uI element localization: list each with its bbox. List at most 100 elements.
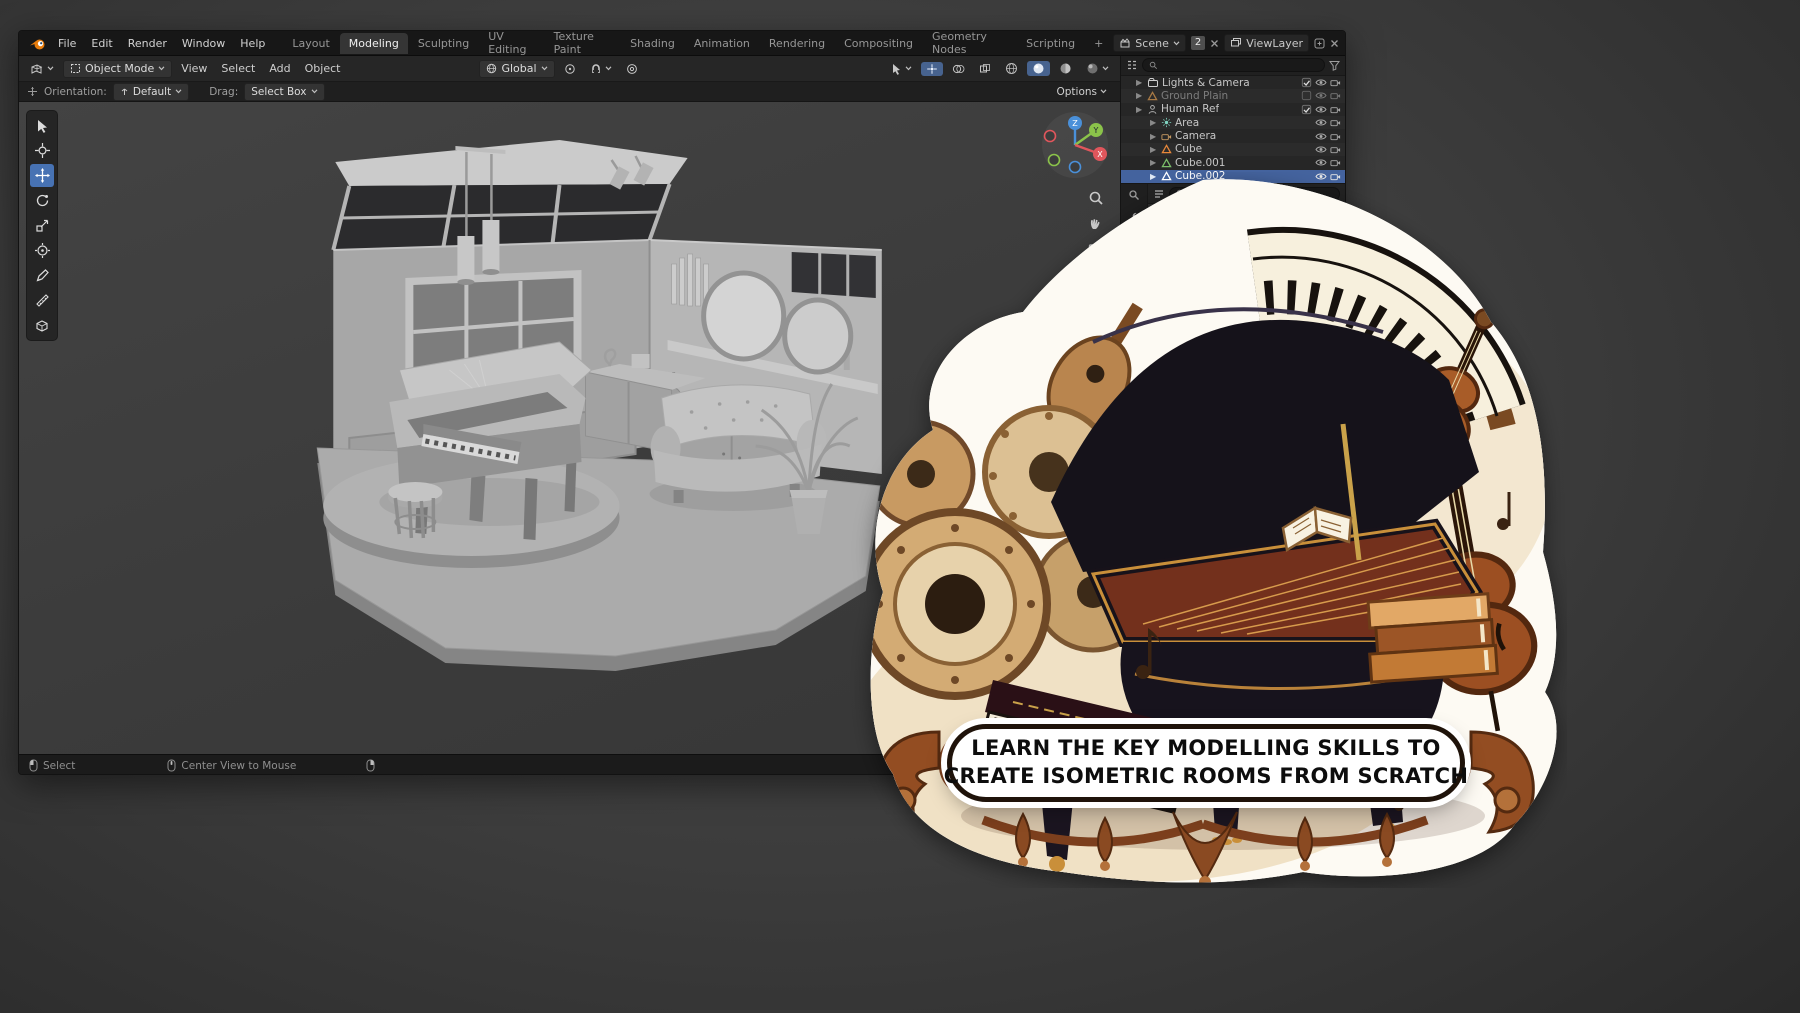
tool-measure[interactable] (30, 289, 54, 312)
chevron-down-icon (158, 66, 165, 71)
menu-edit[interactable]: Edit (84, 34, 119, 53)
tab-animation[interactable]: Animation (685, 33, 759, 54)
outliner-row-cube-001[interactable]: ▶ Cube.001 (1121, 156, 1345, 169)
proportional-edit-toggle[interactable] (621, 62, 643, 76)
round-mirror-small[interactable] (785, 300, 851, 372)
scene-users-count[interactable]: 2 (1191, 36, 1205, 50)
show-gizmo-toggle[interactable] (921, 62, 943, 76)
transform-orientation-dropdown[interactable]: Global (479, 60, 554, 78)
nav-gizmo[interactable]: Z Y X (1040, 110, 1110, 180)
camera-visibility-icon[interactable] (1330, 132, 1341, 141)
eye-icon[interactable] (1315, 105, 1327, 114)
checkbox-checked-icon[interactable] (1301, 104, 1312, 115)
tool-add-cube[interactable] (30, 314, 54, 337)
shading-solid-button[interactable] (1027, 61, 1050, 76)
drag-setting-label: Drag: (209, 86, 238, 98)
mode-label: Object Mode (85, 62, 154, 75)
outliner-row-cube[interactable]: ▶ Cube (1121, 143, 1345, 156)
new-viewlayer-icon[interactable] (1314, 38, 1325, 49)
viewport-menu-add[interactable]: Add (264, 61, 295, 76)
tab-rendering[interactable]: Rendering (760, 33, 834, 54)
scene-icon (1119, 37, 1131, 49)
orientation-setting-dropdown[interactable]: Default (113, 83, 189, 101)
tool-scale[interactable] (30, 214, 54, 237)
outliner-search-input[interactable] (1142, 58, 1325, 72)
tab-compositing[interactable]: Compositing (835, 33, 922, 54)
tool-move[interactable] (30, 164, 54, 187)
wireframe-sphere-icon (1005, 62, 1018, 75)
outliner-row-camera[interactable]: ▶ Camera (1121, 129, 1345, 142)
shading-wireframe-button[interactable] (1000, 61, 1023, 76)
outliner-row-lights-camera[interactable]: ▶ Lights & Camera (1121, 76, 1345, 89)
xray-toggle[interactable] (974, 62, 996, 76)
rendered-sphere-icon (1086, 62, 1099, 75)
camera-visibility-icon[interactable] (1330, 158, 1341, 167)
mode-dropdown[interactable]: Object Mode (63, 60, 172, 78)
viewlayer-selector[interactable]: ViewLayer (1224, 34, 1309, 52)
tool-settings-bar: Orientation: Default Drag: Select Box Op… (19, 82, 1120, 102)
scene-name: Scene (1135, 37, 1169, 50)
chevron-down-icon (1102, 66, 1109, 71)
viewport-menu-view[interactable]: View (176, 61, 212, 76)
tab-modeling[interactable]: Modeling (340, 33, 408, 54)
viewport-menu-object[interactable]: Object (300, 61, 346, 76)
selectability-dropdown[interactable] (886, 62, 917, 76)
filter-icon[interactable] (1329, 60, 1340, 71)
outliner-row-human-ref[interactable]: ▶ Human Ref (1121, 103, 1345, 116)
camera-visibility-icon[interactable] (1330, 145, 1341, 154)
tab-scripting[interactable]: Scripting (1017, 33, 1084, 54)
camera-visibility-icon[interactable] (1330, 118, 1341, 127)
checkbox-icon[interactable] (1301, 90, 1312, 101)
chevron-down-icon (1100, 89, 1107, 94)
tool-select-box[interactable] (30, 114, 54, 137)
eye-icon[interactable] (1315, 158, 1327, 167)
outliner-editor-icon[interactable] (1126, 59, 1138, 71)
eye-icon[interactable] (1315, 118, 1327, 127)
outliner-row-ground-plain[interactable]: ▶ Ground Plain (1121, 89, 1345, 102)
eye-icon[interactable] (1315, 132, 1327, 141)
close-icon[interactable] (1210, 39, 1219, 48)
eye-icon[interactable] (1315, 78, 1327, 87)
tool-cursor[interactable] (30, 139, 54, 162)
drag-setting-dropdown[interactable]: Select Box (244, 83, 324, 101)
menu-render[interactable]: Render (121, 34, 174, 53)
shading-material-button[interactable] (1054, 61, 1077, 76)
chevron-down-icon (47, 66, 54, 71)
chevron-down-icon (175, 89, 182, 94)
viewport-menu-select[interactable]: Select (216, 61, 260, 76)
tool-annotate[interactable] (30, 264, 54, 287)
books-illustration (1366, 594, 1497, 683)
right-mouse-icon (366, 759, 375, 772)
camera-visibility-icon[interactable] (1330, 91, 1341, 100)
editor-3dview-icon (30, 62, 44, 76)
remove-viewlayer-icon[interactable] (1330, 39, 1339, 48)
room-ceiling[interactable] (333, 140, 687, 250)
camera-visibility-icon[interactable] (1330, 105, 1341, 114)
editor-type-button[interactable] (25, 61, 59, 77)
menu-file[interactable]: File (51, 34, 83, 53)
blender-logo-icon[interactable] (25, 36, 50, 51)
person-icon (1147, 104, 1158, 115)
eye-icon[interactable] (1315, 91, 1327, 100)
shading-rendered-button[interactable] (1081, 61, 1114, 76)
add-workspace-button[interactable]: + (1085, 33, 1112, 54)
topbar-right: Scene 2 ViewLayer (1113, 34, 1339, 52)
round-mirror[interactable] (704, 273, 784, 359)
tool-rotate[interactable] (30, 189, 54, 212)
collection-icon (1147, 77, 1159, 88)
menu-help[interactable]: Help (233, 34, 272, 53)
tool-transform[interactable] (30, 239, 54, 262)
tab-shading[interactable]: Shading (621, 33, 684, 54)
eye-icon[interactable] (1315, 145, 1327, 154)
menu-window[interactable]: Window (175, 34, 232, 53)
checkbox-checked-icon[interactable] (1301, 77, 1312, 88)
tab-layout[interactable]: Layout (283, 33, 338, 54)
outliner-row-area[interactable]: ▶ Area (1121, 116, 1345, 129)
camera-visibility-icon[interactable] (1330, 78, 1341, 87)
tab-sculpting[interactable]: Sculpting (409, 33, 478, 54)
options-dropdown[interactable]: Options (1051, 85, 1112, 99)
scene-selector[interactable]: Scene (1113, 34, 1186, 52)
snap-toggle[interactable] (585, 62, 617, 76)
show-overlays-toggle[interactable] (947, 62, 970, 76)
pivot-point-button[interactable] (559, 62, 581, 76)
